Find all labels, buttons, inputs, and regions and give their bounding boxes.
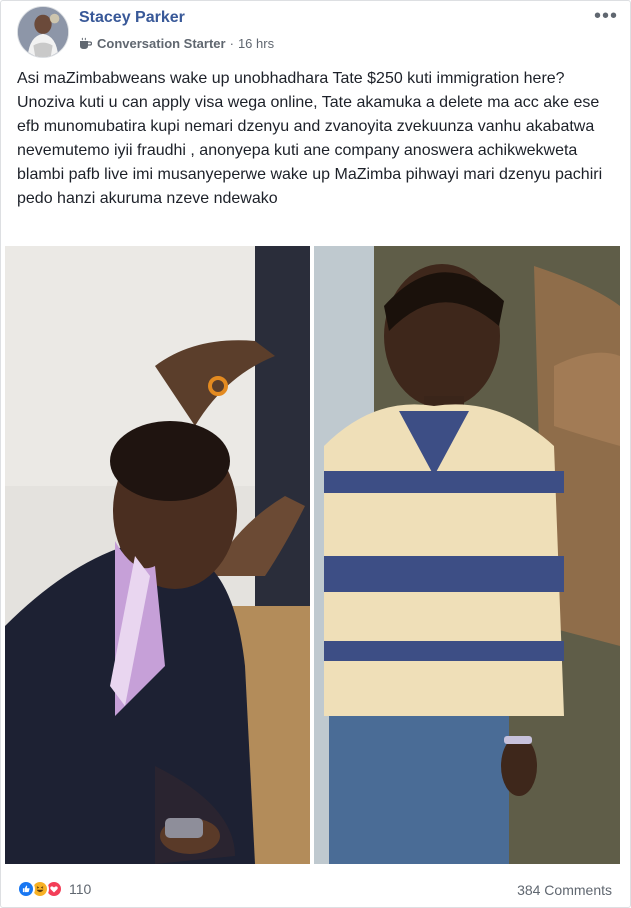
post-meta: Conversation Starter · 16 hrs — [79, 36, 274, 51]
post-photo-2[interactable] — [314, 246, 620, 864]
post-header: Stacey Parker Conversation Starter · 16 … — [1, 1, 630, 63]
post-footer: 110 384 Comments — [1, 871, 630, 907]
author-name[interactable]: Stacey Parker — [79, 9, 185, 27]
meta-separator: · — [229, 36, 234, 51]
avatar-image — [18, 7, 68, 57]
post-text: Asi maZimbabweans wake up unobhadhara Ta… — [17, 70, 603, 207]
reaction-count[interactable]: 110 — [69, 881, 91, 897]
photo-man-suit — [5, 246, 310, 864]
more-options-icon[interactable]: ••• — [594, 6, 618, 26]
author-avatar[interactable] — [17, 6, 69, 58]
like-reaction-icon — [17, 880, 35, 898]
photo-man-striped-shirt — [314, 246, 620, 864]
comments-count[interactable]: 384 Comments — [517, 882, 612, 898]
post-photo-1[interactable] — [5, 246, 310, 864]
facebook-post: Stacey Parker Conversation Starter · 16 … — [0, 0, 631, 908]
post-timestamp[interactable]: 16 hrs — [238, 36, 274, 51]
coffee-cup-icon — [79, 37, 93, 50]
reactions-summary[interactable]: 110 — [17, 880, 91, 898]
badge-label[interactable]: Conversation Starter — [97, 36, 226, 51]
